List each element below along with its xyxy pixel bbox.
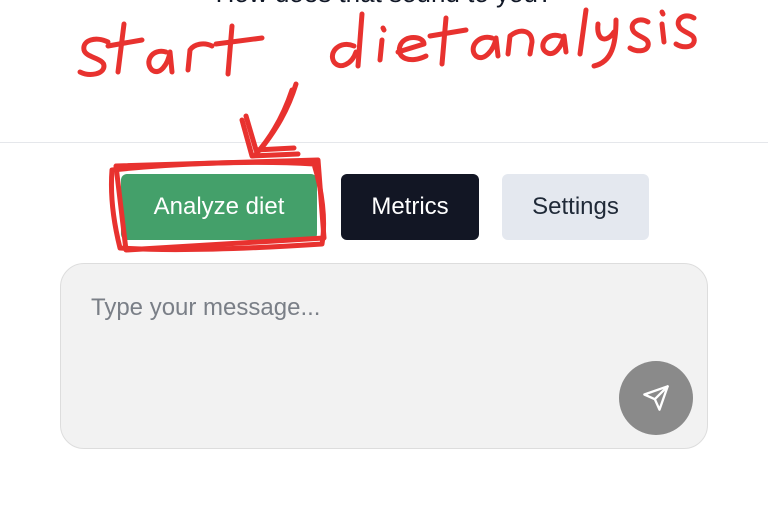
metrics-button[interactable]: Metrics xyxy=(341,174,479,240)
send-icon xyxy=(643,385,669,411)
send-button[interactable] xyxy=(619,361,693,435)
message-input[interactable] xyxy=(91,294,611,354)
settings-button[interactable]: Settings xyxy=(502,174,649,240)
divider xyxy=(0,142,768,143)
chat-screen: How does that sound to you? Analyze diet… xyxy=(0,0,768,531)
message-composer xyxy=(60,263,708,449)
previous-message-text: How does that sound to you? xyxy=(0,0,768,9)
analyze-diet-button[interactable]: Analyze diet xyxy=(121,174,317,240)
